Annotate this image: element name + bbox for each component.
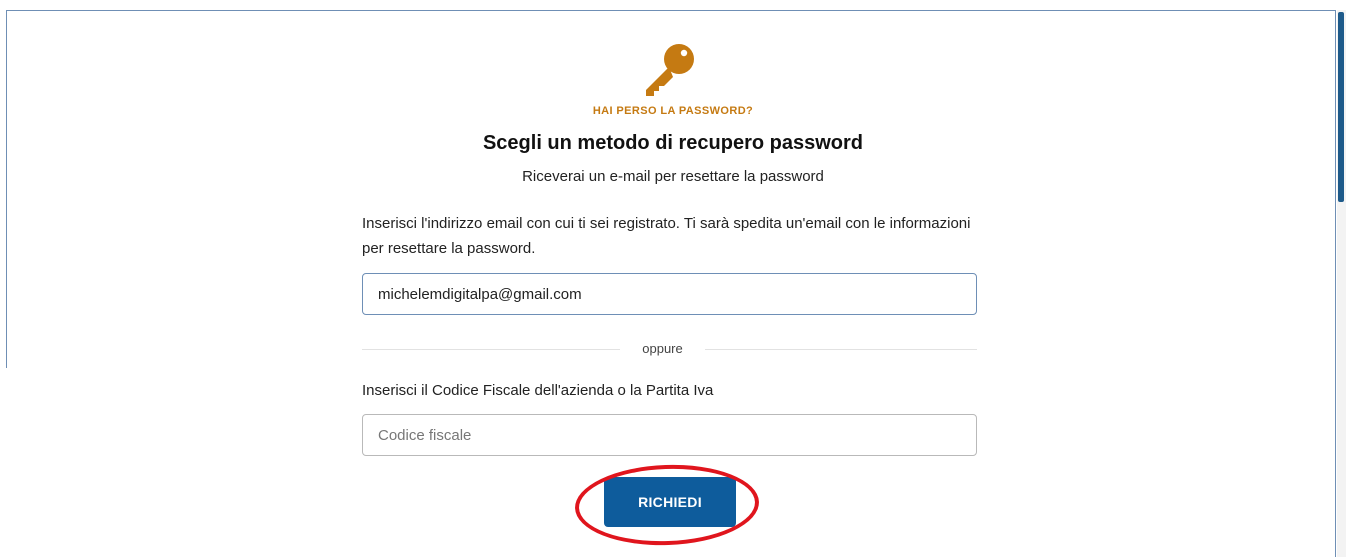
- divider-line-right: [705, 349, 977, 350]
- divider-label: oppure: [642, 341, 683, 356]
- password-recovery-page: HAI PERSO LA PASSWORD? Scegli un metodo …: [0, 0, 1346, 557]
- or-divider: oppure: [362, 340, 977, 360]
- key-icon: [646, 44, 694, 96]
- page-title: Scegli un metodo di recupero password: [482, 132, 864, 154]
- frame-border-right: [1335, 10, 1336, 557]
- request-button[interactable]: RICHIEDI: [604, 477, 736, 527]
- tax-code-input[interactable]: [362, 414, 977, 456]
- frame-border-left: [6, 10, 7, 368]
- tax-code-label: Inserisci il Codice Fiscale dell'azienda…: [362, 382, 714, 399]
- email-instructions: Inserisci l'indirizzo email con cui ti s…: [362, 215, 971, 257]
- email-input[interactable]: [362, 273, 977, 315]
- page-subtitle: Riceverai un e-mail per resettare la pas…: [522, 168, 824, 185]
- frame-border-top: [6, 10, 1336, 11]
- eyebrow-label: HAI PERSO LA PASSWORD?: [592, 105, 754, 117]
- divider-line-left: [362, 349, 620, 350]
